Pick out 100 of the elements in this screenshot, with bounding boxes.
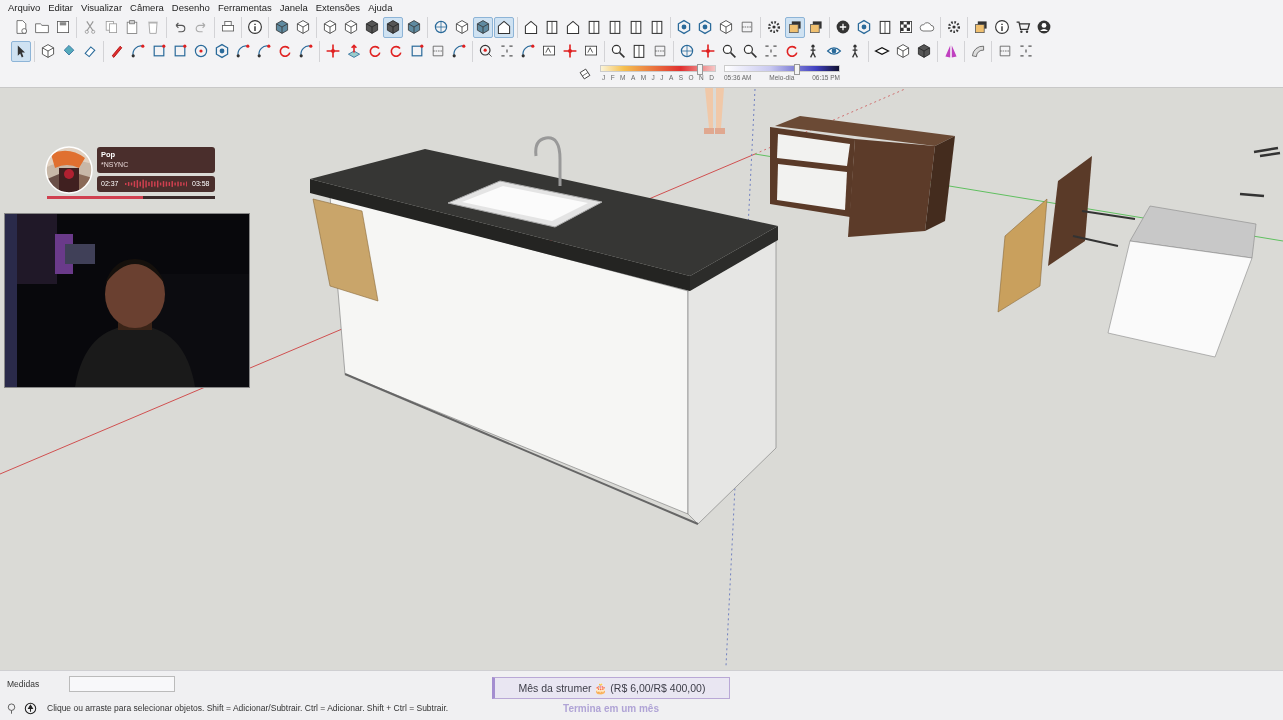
panel-icon	[649, 19, 665, 35]
menu-item[interactable]: Arquivo	[4, 2, 45, 13]
hexagon-icon	[676, 19, 692, 35]
menu-item[interactable]: Câmera	[126, 2, 168, 13]
cube-icon	[406, 19, 422, 35]
move-icon	[325, 43, 341, 59]
panel-icon	[607, 19, 623, 35]
panel-icon	[631, 43, 647, 59]
menu-item[interactable]: Editar	[44, 2, 78, 13]
waveform-drawing	[125, 179, 187, 189]
toolbar-button[interactable]	[494, 16, 514, 38]
dots-icon	[1018, 43, 1034, 59]
hexagon-icon	[697, 19, 713, 35]
hexagon-icon	[856, 19, 872, 35]
cube-outline-icon	[322, 19, 338, 35]
measurements-label: Medidas	[7, 679, 40, 689]
cube-solid-icon	[916, 43, 932, 59]
toolbar-button[interactable]	[785, 16, 805, 38]
goal-banner: Mês da strumer 🎂 (R$ 6,00/R$ 400,00)	[492, 677, 730, 699]
dots-icon	[499, 43, 515, 59]
circle-icon	[193, 43, 209, 59]
panel-icon	[877, 19, 893, 35]
menu-item[interactable]: Desenho	[167, 2, 214, 13]
plus-icon	[835, 19, 851, 35]
copy-icon	[103, 19, 119, 35]
rectangle-icon	[151, 43, 167, 59]
measurements-field[interactable]	[69, 676, 176, 692]
cube-outline-icon	[40, 43, 56, 59]
clipboard-icon	[124, 19, 140, 35]
info-icon	[247, 19, 263, 35]
toolbar-button[interactable]	[473, 16, 493, 38]
rectangle-icon	[409, 43, 425, 59]
cube-outline-icon	[454, 19, 470, 35]
menu-item[interactable]: Extensões	[311, 2, 365, 13]
windows-icon	[787, 19, 803, 35]
text-icon	[541, 43, 557, 59]
document-icon	[13, 19, 29, 35]
rectangle-icon	[172, 43, 188, 59]
hexagon-icon	[214, 43, 230, 59]
magnifier-icon	[610, 43, 626, 59]
arc-icon	[130, 43, 146, 59]
arc-icon	[235, 43, 251, 59]
move-icon	[700, 43, 716, 59]
rotate-icon	[784, 43, 800, 59]
orbit-icon	[679, 43, 695, 59]
tape-measure-icon	[478, 43, 494, 59]
checker-icon	[898, 19, 914, 35]
trash-icon	[145, 19, 161, 35]
house-icon	[496, 19, 512, 35]
menu-item[interactable]: Ajuda	[364, 2, 397, 13]
move-icon	[562, 43, 578, 59]
cube-icon	[274, 19, 290, 35]
cart-icon	[1015, 19, 1031, 35]
house-icon	[565, 19, 581, 35]
cube-solid-icon	[385, 19, 401, 35]
printer-icon	[220, 19, 236, 35]
windows-icon	[973, 19, 989, 35]
pencil-icon	[109, 43, 125, 59]
cube-solid-icon	[364, 19, 380, 35]
windows-icon	[808, 19, 824, 35]
arc-icon	[256, 43, 272, 59]
cube-outline-icon	[343, 19, 359, 35]
panel-icon	[544, 19, 560, 35]
orbit-icon	[433, 19, 449, 35]
menu-item[interactable]: Visualizar	[77, 2, 127, 13]
info-icon	[994, 19, 1010, 35]
toolbar-button[interactable]	[383, 16, 403, 38]
person-legs-drawing	[704, 88, 725, 134]
toolbar-button[interactable]	[11, 40, 31, 62]
panel-icon	[628, 19, 644, 35]
cloud-icon	[919, 19, 935, 35]
panel-icon	[586, 19, 602, 35]
cube-outline-icon	[295, 19, 311, 35]
cube-icon	[475, 19, 491, 35]
time-slider[interactable]	[724, 65, 840, 72]
cube-outline-icon	[718, 19, 734, 35]
menu-item[interactable]: Ferramentas	[213, 2, 276, 13]
location-pin-icon	[5, 701, 18, 715]
house-icon	[523, 19, 539, 35]
arc-icon	[451, 43, 467, 59]
rotate-icon	[388, 43, 404, 59]
user-icon	[1036, 19, 1052, 35]
status-message: Clique ou arraste para selecionar objetos. Shift = Adicionar/Subtrair. Ctrl = Adicionar. Shift + Ctrl = Subtrair.	[47, 703, 449, 713]
goal-subtitle: Termina em um mês	[563, 703, 659, 714]
magnifier-icon	[721, 43, 737, 59]
slider-thumb[interactable]	[697, 64, 704, 75]
push-pull-icon	[346, 43, 362, 59]
rotate-icon	[277, 43, 293, 59]
dots-icon	[763, 43, 779, 59]
magnifier-icon	[742, 43, 758, 59]
arc-icon	[298, 43, 314, 59]
menu-item[interactable]: Janela	[275, 2, 312, 13]
slider-thumb[interactable]	[793, 64, 800, 75]
cube-outline-icon	[895, 43, 911, 59]
text-icon	[583, 43, 599, 59]
rotate-icon	[367, 43, 383, 59]
month-slider[interactable]	[600, 65, 716, 72]
hardware-drawing	[1252, 146, 1282, 158]
scissors-icon	[82, 19, 98, 35]
arc-icon	[520, 43, 536, 59]
